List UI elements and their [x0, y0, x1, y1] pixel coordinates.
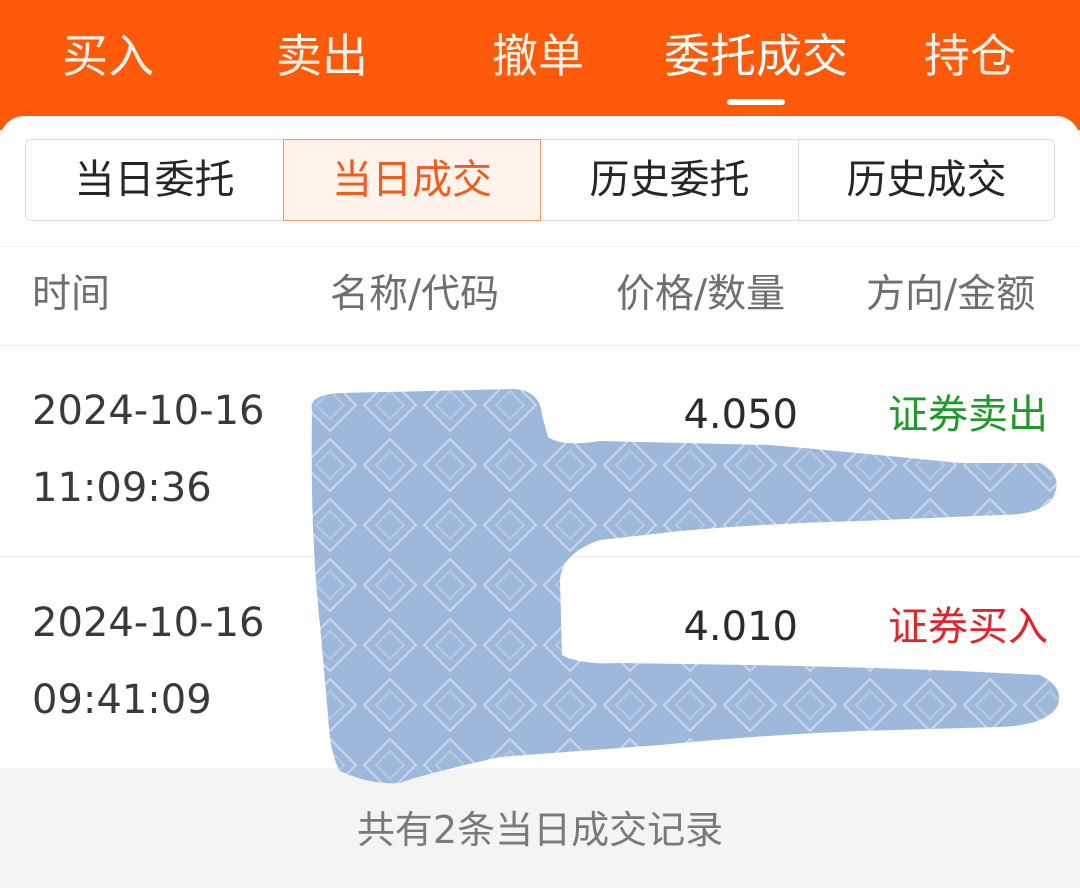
sub-tab-today-trades[interactable]: 当日成交: [283, 139, 541, 221]
tab-sell[interactable]: 卖出: [272, 26, 372, 86]
header-direction-amount: 方向/金额: [866, 272, 1036, 317]
top-tab-bar: 买入 卖出 撤单 委托成交 持仓: [0, 0, 1080, 130]
sub-tab-history-trades[interactable]: 历史成交: [798, 140, 1054, 220]
trade-date: 2024-10-16: [32, 388, 265, 434]
trade-date: 2024-10-16: [32, 600, 265, 646]
tab-buy[interactable]: 买入: [58, 26, 158, 86]
record-count-text: 共有2条当日成交记录: [356, 808, 724, 852]
tab-positions[interactable]: 持仓: [920, 26, 1020, 86]
sub-tab-history-orders[interactable]: 历史委托: [541, 140, 798, 220]
header-name-code: 名称/代码: [330, 272, 500, 317]
trade-time: 09:41:09: [32, 677, 212, 723]
header-time: 时间: [32, 272, 111, 317]
redaction-scribble: [311, 389, 1060, 784]
active-tab-indicator: [727, 99, 785, 105]
trade-time: 11:09:36: [32, 465, 212, 511]
header-price-qty: 价格/数量: [616, 272, 786, 317]
sub-tab-segment: 当日委托 当日成交 历史委托 历史成交: [25, 139, 1055, 221]
sub-tab-today-orders[interactable]: 当日委托: [26, 140, 283, 220]
tab-cancel-order[interactable]: 撤单: [488, 26, 588, 86]
tab-orders-trades[interactable]: 委托成交: [656, 26, 856, 86]
